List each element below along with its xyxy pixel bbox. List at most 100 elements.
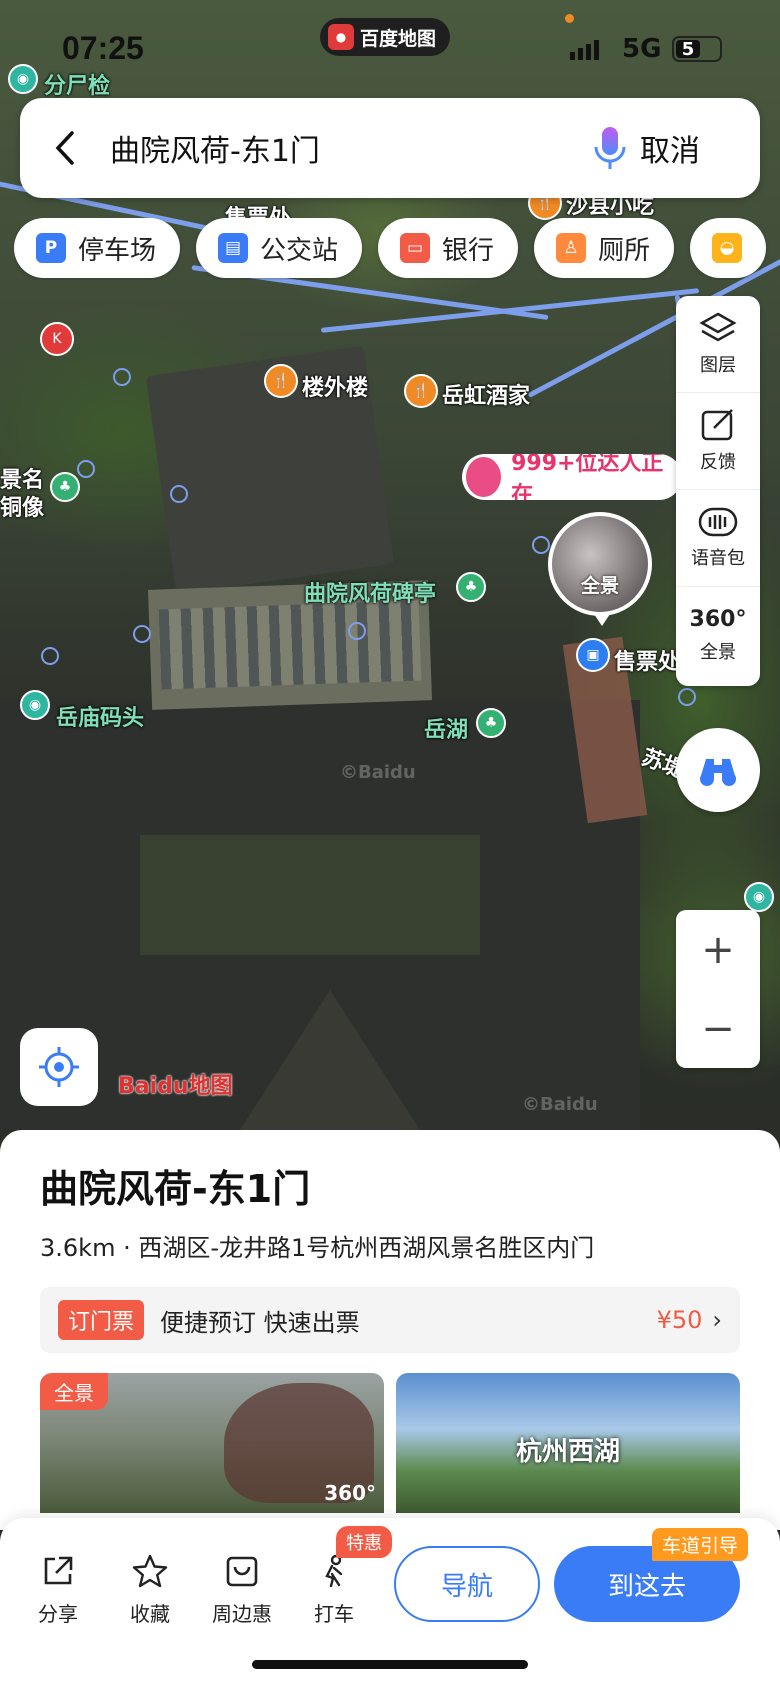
poi-label[interactable]: 楼外楼 [302,370,368,402]
search-query[interactable]: 曲院风荷-东1门 [110,126,580,170]
panorama-360-badge: 360° [324,1481,376,1505]
place-detail-sheet[interactable]: 曲院风荷-东1门 3.6km · 西湖区-龙井路1号杭州西湖风景名胜区内门 订门… [0,1130,780,1530]
zoom-in-button[interactable]: + [676,910,760,989]
ticket-office-poi-icon[interactable]: ▣ [576,638,610,672]
restaurant-poi-icon[interactable]: 🍴 [264,364,298,398]
binoculars-icon [700,759,736,786]
map-marker-dot [678,688,696,706]
share-icon [44,1556,73,1585]
share-button[interactable]: 分享 [18,1554,98,1627]
map-marker-dot [113,368,131,386]
ticket-badge: 订门票 [58,1300,145,1340]
feedback-button[interactable]: 反馈 [676,393,760,490]
bus-stop-icon: ▤ [218,233,249,263]
clock: 07:25 [62,30,144,66]
locate-me-button[interactable] [20,1028,98,1106]
explore-button[interactable] [676,728,760,812]
layers-button[interactable]: 图层 [676,296,760,393]
voice-pack-button[interactable]: 语音包 [676,490,760,587]
bank-card-icon: ▭ [400,233,431,263]
panorama-tag: 全景 [40,1373,108,1410]
map-marker-dot [170,485,188,503]
scenic-tree-icon[interactable]: ♣ [476,708,506,738]
chip-label: 公交站 [260,235,339,266]
poi-label[interactable]: 岳庙码头 [56,700,144,732]
panorama-360-icon: 360° [689,607,747,632]
feedback-icon [701,409,733,441]
favorite-label: 收藏 [130,1602,170,1626]
navigate-button[interactable]: 导航 [394,1546,540,1622]
favorite-button[interactable]: 收藏 [110,1554,190,1627]
restaurant-poi-icon[interactable]: 🍴 [404,374,438,408]
panorama-label: 全景 [700,642,736,663]
network-type: 5G [622,34,662,64]
pier-poi-icon[interactable]: ◉ [744,882,774,912]
ticket-text: 便捷预订 快速出票 [160,1308,360,1337]
map-marker-dot [41,647,59,665]
pier-poi-icon[interactable]: ◉ [20,690,50,720]
home-indicator[interactable] [252,1660,528,1669]
map-marker-dot [133,625,151,643]
search-bar: 曲院风荷-东1门 取消 [20,98,760,198]
promo-text: 999+位达人正在 [511,454,664,500]
app-indicator[interactable]: ● 百度地图 [320,18,451,56]
back-button[interactable] [20,98,110,198]
feedback-label: 反馈 [700,452,736,473]
voice-search-button[interactable] [580,125,640,171]
toilet-icon: ♙ [556,233,587,263]
taxi-label: 打车 [314,1602,354,1626]
chip-parking[interactable]: P 停车场 [14,218,181,278]
lake-reeds [140,835,480,955]
poi-label[interactable]: 售票处 [614,644,680,676]
taxi-button[interactable]: 打车 [294,1554,374,1627]
layers-icon [699,312,737,342]
poi-label[interactable]: 岳虹酒家 [442,378,530,410]
chip-bus-stop[interactable]: ▤ 公交站 [196,218,363,278]
chip-more[interactable]: ◒ [690,218,767,278]
status-bar: 07:25 ● 百度地图 5G 5 [0,0,780,90]
voice-pack-label: 语音包 [691,548,745,569]
panorama-button[interactable]: 360° 全景 [676,587,760,684]
nearby-deals-label: 周边惠 [212,1602,272,1626]
pavilion-roof [240,990,420,1130]
baidu-logo: Baidu地图 [118,1074,233,1099]
map-watermark: ©Baidu [340,762,416,783]
category-chips: P 停车场 ▤ 公交站 ▭ 银行 ♙ 厕所 ◒ [14,218,780,280]
scenic-tree-icon[interactable]: ♣ [456,572,486,602]
chip-toilet[interactable]: ♙ 厕所 [534,218,675,278]
poi-label[interactable]: 岳湖 [424,712,468,744]
battery-level: 5 [676,39,700,60]
panorama-photo[interactable]: 全景 360° [40,1373,384,1513]
lane-guide-badge: 车道引导 [652,1528,749,1561]
place-address: 3.6km · 西湖区-龙井路1号杭州西湖风景名胜区内门 [40,1234,595,1262]
app-indicator-label: 百度地图 [360,27,437,50]
promo-bubble[interactable]: 999+位达人正在 [462,454,682,500]
ticket-row[interactable]: 订门票 便捷预订 快速出票 ¥50 › [40,1287,740,1353]
privacy-indicator [565,14,574,23]
taxi-discount-badge: 特惠 [336,1526,392,1558]
kfc-poi-icon[interactable]: K [40,322,74,356]
poi-label[interactable]: 铜像 [0,490,44,522]
map-marker-dot [532,536,550,554]
panorama-bubble[interactable]: 全景 [548,512,652,626]
poi-label[interactable]: 曲院风荷碑亭 [304,576,436,608]
share-label: 分享 [38,1602,78,1626]
chip-label: 停车场 [78,235,157,266]
zoom-out-button[interactable]: − [676,989,760,1068]
chip-bank[interactable]: ▭ 银行 [378,218,519,278]
voice-pack-icon [698,507,738,537]
place-title: 曲院风荷-东1门 [40,1167,311,1211]
panorama-bubble-label: 全景 [580,575,619,597]
scenic-photo[interactable]: 杭州西湖 [396,1373,740,1513]
zoom-control: + − [676,910,760,1068]
chip-label: 厕所 [598,235,651,266]
parking-icon: P [36,233,66,263]
photo-strip: 全景 360° 杭州西湖 [40,1373,740,1513]
photo-title: 杭州西湖 [516,1437,621,1467]
ticket-price: ¥50 [656,1306,703,1334]
nearby-deals-button[interactable]: 周边惠 [202,1554,282,1627]
cancel-button[interactable]: 取消 [640,126,760,170]
battery-icon: 5 [672,36,722,62]
chip-label: 银行 [442,235,495,266]
scenic-tree-icon[interactable]: ♣ [50,472,80,502]
